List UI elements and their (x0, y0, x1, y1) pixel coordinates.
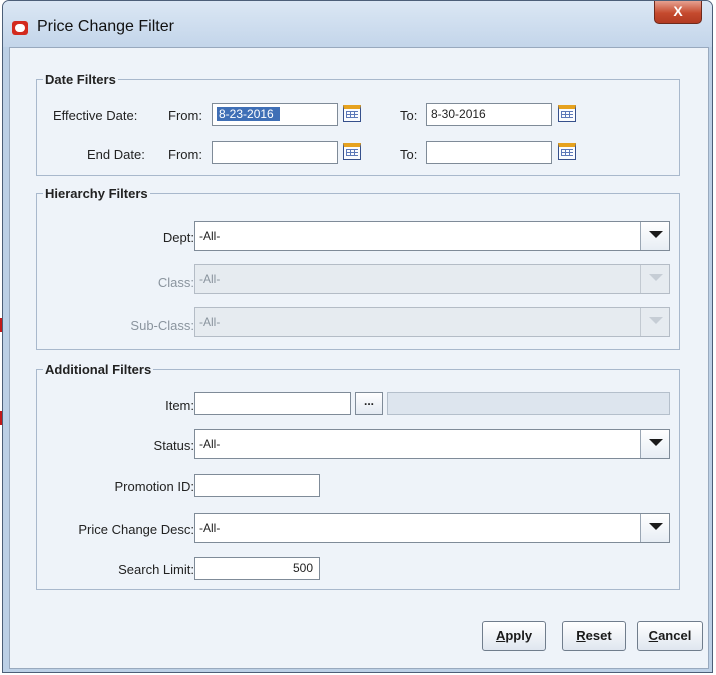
dept-value: -All- (199, 229, 221, 243)
calendar-icon[interactable] (558, 105, 576, 122)
effective-date-to-field[interactable]: 8-30-2016 (426, 103, 552, 126)
search-limit-field[interactable]: 500 (194, 557, 320, 580)
item-label: Item: (165, 398, 194, 413)
price-change-desc-value: -All- (199, 521, 221, 535)
chevron-down-icon (640, 265, 669, 293)
reset-button[interactable]: Reset (562, 621, 626, 651)
apply-button[interactable]: Apply (482, 621, 546, 651)
end-date-from-field[interactable] (212, 141, 338, 164)
status-value: -All- (199, 437, 221, 451)
end-date-label: End Date: (87, 147, 145, 162)
dept-label: Dept: (162, 230, 194, 245)
class-value: -All- (199, 272, 221, 286)
status-label: Status: (153, 438, 194, 453)
class-label: Class: (157, 275, 194, 290)
calendar-icon[interactable] (343, 105, 361, 122)
calendar-icon[interactable] (558, 143, 576, 160)
dialog-title: Price Change Filter (37, 18, 174, 35)
item-description-field (387, 392, 670, 415)
chevron-down-icon[interactable] (640, 430, 669, 458)
chevron-down-icon (640, 308, 669, 336)
item-field[interactable] (194, 392, 351, 415)
cancel-button[interactable]: Cancel (637, 621, 703, 651)
promotion-id-field[interactable] (194, 474, 320, 497)
effective-from-label: From: (168, 108, 202, 123)
item-browse-button[interactable]: ... (355, 392, 383, 415)
oracle-logo-icon (12, 21, 28, 35)
subclass-dropdown: -All- (194, 307, 670, 337)
hierarchy-filters-legend: Hierarchy Filters (45, 186, 148, 201)
dept-dropdown[interactable]: -All- (194, 221, 670, 251)
end-date-to-field[interactable] (426, 141, 552, 164)
subclass-label: Sub-Class: (130, 318, 194, 333)
dialog-content: Date Filters Effective Date: From: 8-23-… (9, 47, 709, 669)
effective-date-label: Effective Date: (53, 108, 138, 123)
close-icon: X (673, 3, 683, 19)
close-button[interactable]: X (654, 1, 702, 24)
effective-date-from-field[interactable]: 8-23-2016 (212, 103, 338, 126)
status-dropdown[interactable]: -All- (194, 429, 670, 459)
promotion-id-label: Promotion ID: (114, 479, 194, 494)
search-limit-label: Search Limit: (118, 562, 194, 577)
end-to-label: To: (400, 147, 418, 162)
subclass-value: -All- (199, 315, 221, 329)
end-from-label: From: (168, 147, 202, 162)
title-bar: Price Change Filter X (3, 1, 712, 47)
price-change-desc-dropdown[interactable]: -All- (194, 513, 670, 543)
chevron-down-icon[interactable] (640, 222, 669, 250)
price-change-desc-label: Price Change Desc: (78, 522, 194, 537)
chevron-down-icon[interactable] (640, 514, 669, 542)
class-dropdown: -All- (194, 264, 670, 294)
price-change-filter-dialog: Price Change Filter X Date Filters Effec… (2, 0, 713, 673)
additional-filters-legend: Additional Filters (45, 362, 152, 377)
effective-to-label: To: (400, 108, 418, 123)
calendar-icon[interactable] (343, 143, 361, 160)
date-filters-legend: Date Filters (45, 72, 116, 87)
